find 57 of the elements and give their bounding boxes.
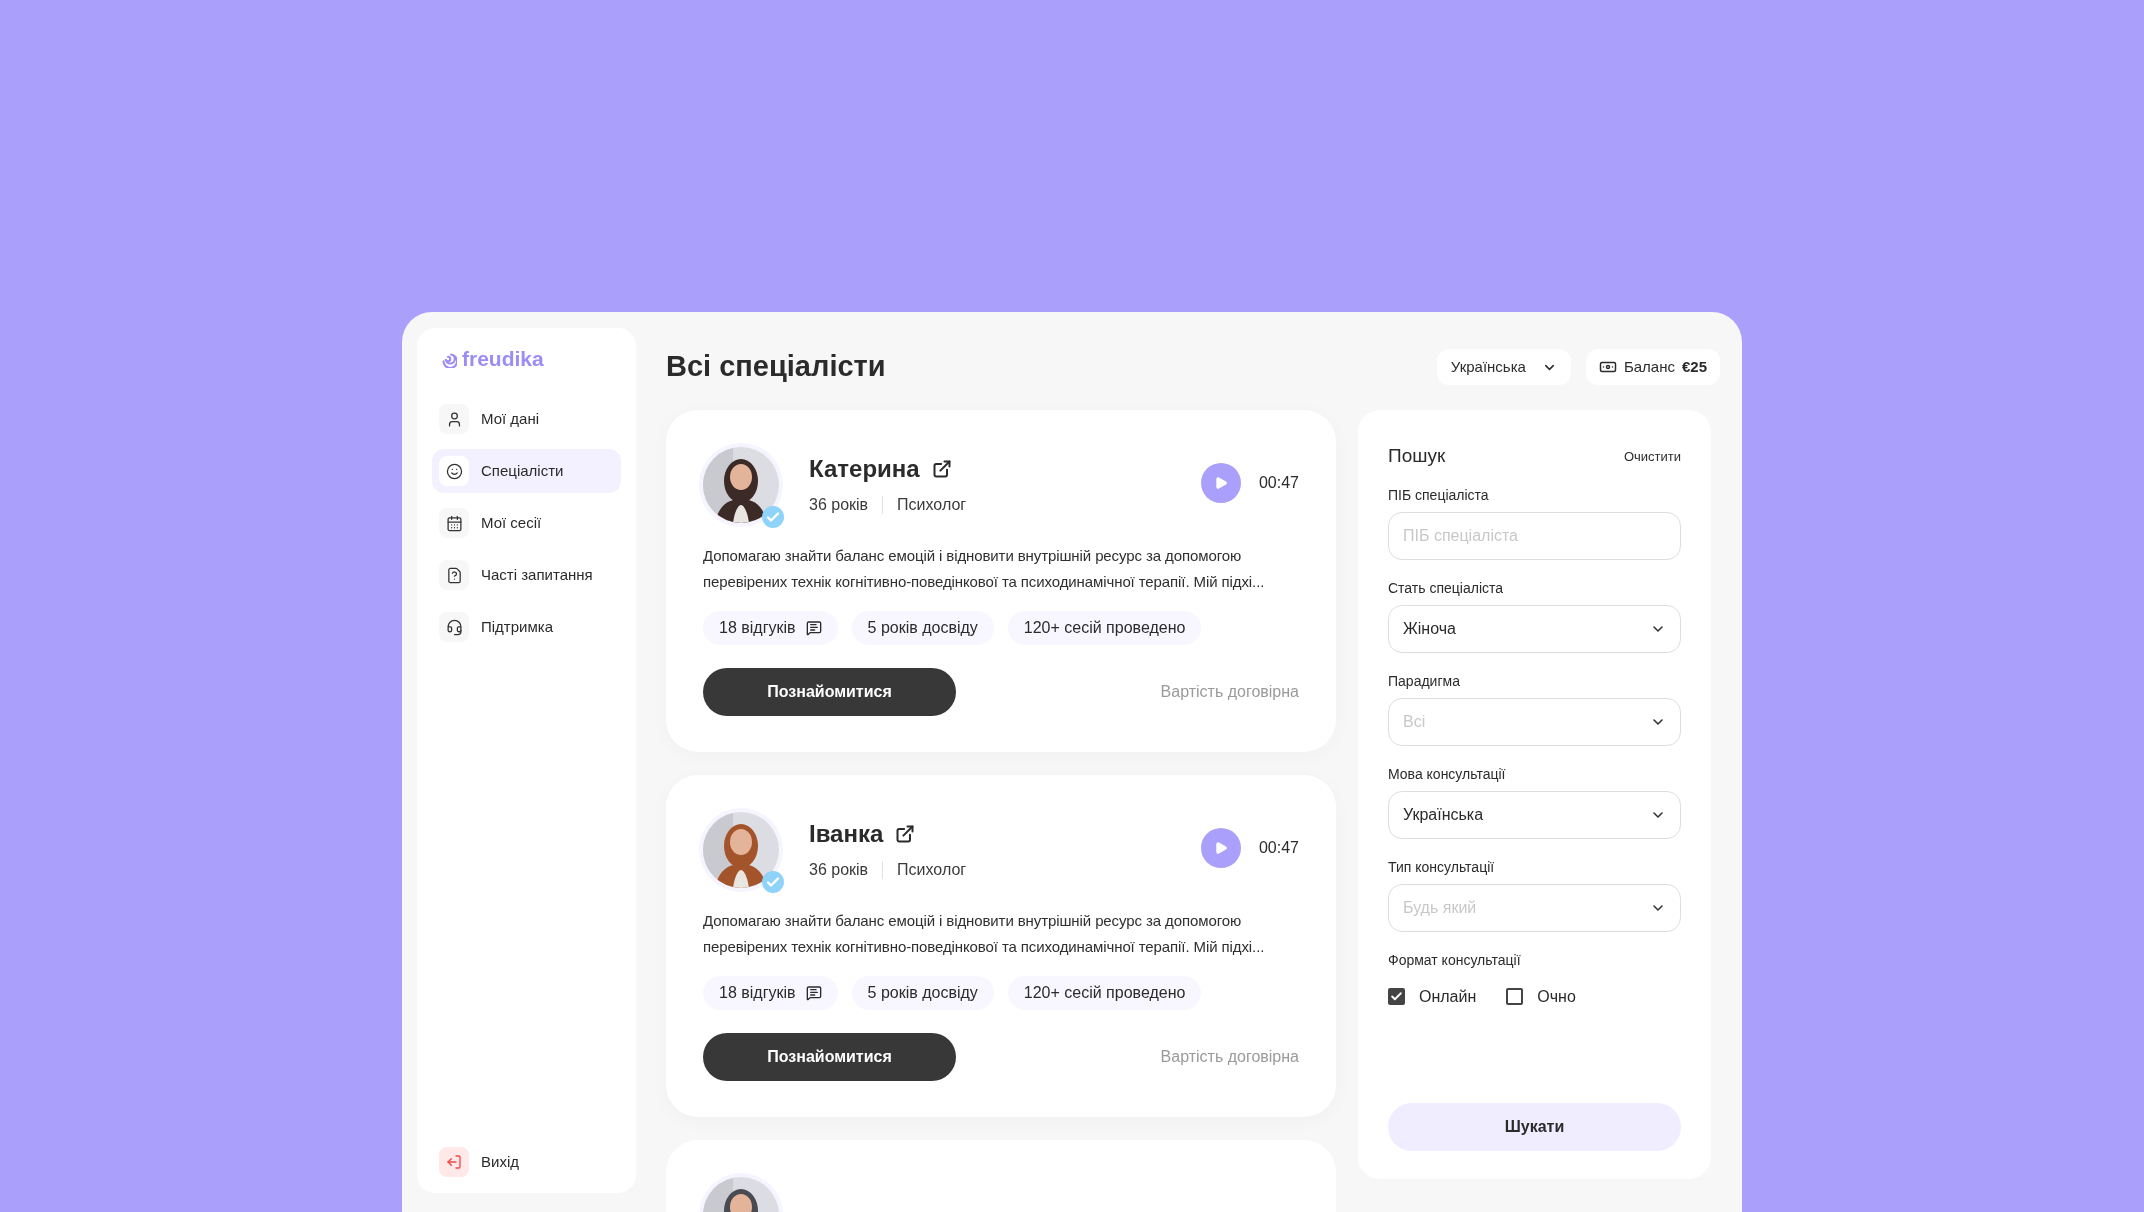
audio-duration: 00:47 — [1258, 838, 1299, 858]
logout-link[interactable]: Вихід — [481, 1150, 519, 1174]
sidebar-item[interactable]: Підтримка — [432, 605, 621, 649]
price-label: Вартість договірна — [1160, 1047, 1299, 1067]
meet-button[interactable]: Познайомитися — [703, 1033, 956, 1081]
sidebar-item[interactable]: Часті запитання — [432, 553, 621, 597]
play-icon — [1213, 841, 1228, 855]
page-title: Всі спеціалісти — [666, 349, 886, 385]
search-title: Пошук — [1388, 444, 1446, 468]
select-field[interactable]: Українська — [1388, 790, 1681, 839]
specialist-name: Катерина — [809, 454, 920, 484]
audio-duration: 00:47 — [1258, 473, 1299, 493]
field-label: Формат консультації — [1388, 950, 1522, 970]
sidebar-item[interactable]: Спеціалісти — [432, 449, 621, 493]
specialist-name: Іванка — [809, 819, 884, 849]
sidebar-item[interactable]: Мої дані — [432, 397, 621, 441]
select-field[interactable]: Жіноча — [1388, 604, 1681, 653]
calendar-icon — [445, 514, 463, 532]
checkbox-label: Очно — [1537, 986, 1576, 1007]
comment-icon — [805, 985, 822, 1001]
external-link-icon[interactable] — [931, 459, 952, 479]
logout-icon — [446, 1154, 462, 1170]
comment-icon — [805, 620, 822, 636]
field-label: Мова консультації — [1388, 764, 1507, 784]
play-icon — [1213, 476, 1228, 490]
stat-tag: 5 років досвіду — [851, 976, 994, 1010]
specialist-age: 36 років — [809, 495, 869, 515]
stat-tag: 18 відгуків — [703, 611, 838, 645]
meet-button[interactable]: Познайомитися — [703, 668, 956, 716]
checkbox[interactable] — [1388, 988, 1405, 1005]
stat-tag: 120+ сесій проведено — [1007, 976, 1202, 1010]
stat-tag: 18 відгуків — [703, 976, 838, 1010]
question-icon — [445, 566, 463, 584]
specialist-role: Психолог — [897, 860, 967, 880]
external-link-icon[interactable] — [895, 824, 916, 844]
headset-icon — [445, 618, 463, 636]
stat-tag: 5 років досвіду — [851, 611, 994, 645]
language-select[interactable]: Українська — [1436, 349, 1571, 385]
specialist-age: 36 років — [809, 860, 869, 880]
checkbox-label: Онлайн — [1419, 986, 1477, 1007]
search-button[interactable]: Шукати — [1388, 1103, 1681, 1151]
field-label: Тип консультації — [1388, 857, 1496, 877]
stat-tag: 120+ сесій проведено — [1007, 611, 1202, 645]
field-label: Парадигма — [1388, 671, 1461, 691]
logo-text: freudika — [462, 348, 544, 369]
smile-icon — [445, 462, 463, 480]
clear-link[interactable]: Очистити — [1623, 446, 1681, 466]
field-label: Стать спеціаліста — [1388, 578, 1505, 598]
checkbox[interactable] — [1506, 988, 1524, 1005]
specialist-role: Психолог — [897, 495, 967, 515]
price-label: Вартість договірна — [1160, 682, 1299, 702]
balance-badge: Баланс €25 — [1585, 349, 1720, 385]
check-icon — [1390, 990, 1403, 1003]
field-label: ПІБ спеціаліста — [1388, 485, 1490, 505]
specialist-bio: Допомагаю знайти баланс емоцій і відновити внутрішній ресурс за допомогою перевірених технік когнітивно-поведінкової та психодинамічної терапії. Мій підхі... — [703, 546, 1266, 592]
sidebar-item[interactable]: Мої сесії — [432, 501, 621, 545]
specialist-bio: Допомагаю знайти баланс емоцій і відновити внутрішній ресурс за допомогою перевірених технік когнітивно-поведінкової та психодинамічної терапії. Мій підхі... — [703, 911, 1266, 957]
